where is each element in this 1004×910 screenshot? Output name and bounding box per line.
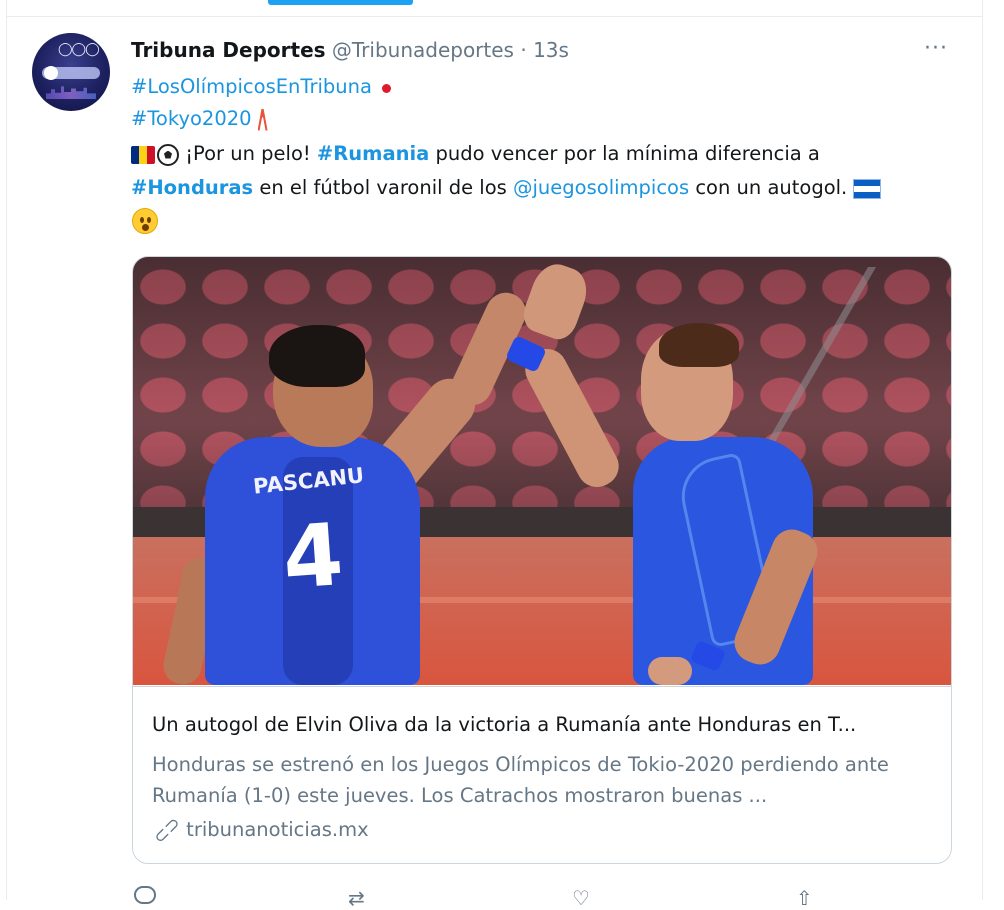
hashtag-rumania[interactable]: #Rumania — [317, 142, 429, 165]
link-icon: ⊂⊃ — [148, 812, 186, 849]
author-name[interactable]: Tribuna Deportes — [131, 38, 326, 62]
jersey-number: 4 — [279, 505, 347, 609]
tweet-header: Tribuna Deportes @Tribunadeportes · 13s — [131, 38, 569, 62]
share-icon[interactable]: ⇧ — [796, 886, 813, 910]
card-title[interactable]: Un autogol de Elvin Oliva da la victoria… — [152, 713, 856, 736]
tweet-line-3: ¡Por un pelo! #Rumania pudo vencer por l… — [131, 142, 820, 166]
hashtag-honduras[interactable]: #Honduras — [131, 176, 253, 199]
japan-flag-icon — [378, 80, 394, 96]
frame-border-left — [6, 0, 7, 900]
retweet-icon[interactable]: ⇄ — [348, 886, 365, 910]
card-domain[interactable]: ⊂⊃tribunanoticias.mx — [149, 812, 369, 848]
frame-border-right — [982, 0, 983, 900]
card-body[interactable]: Un autogol de Elvin Oliva da la victoria… — [133, 686, 951, 863]
card-description: Honduras se estrenó en los Juegos Olímpi… — [152, 753, 889, 807]
hashtag-tokyo2020[interactable]: #Tokyo2020 — [131, 107, 252, 130]
player-1-hair — [269, 325, 365, 387]
soccer-ball-icon — [157, 143, 179, 166]
avatar[interactable]: ◯◯◯ — [32, 33, 110, 111]
top-divider — [6, 16, 982, 17]
reply-icon[interactable] — [134, 886, 156, 904]
romania-flag-icon — [131, 145, 155, 164]
player-2-hair — [659, 323, 739, 367]
timestamp[interactable]: 13s — [533, 38, 569, 62]
tweet-actions: ⇄ ♡ ⇧ — [130, 886, 830, 910]
card-domain-text: tribunanoticias.mx — [186, 818, 369, 841]
mention-juegosolimpicos[interactable]: @juegosolimpicos — [513, 176, 689, 199]
more-icon[interactable]: ··· — [924, 36, 948, 61]
separator: · — [520, 38, 527, 62]
tweet-text-3b: pudo vencer por la mínima diferencia a — [429, 142, 820, 165]
card-image[interactable]: PASCANU 4 — [133, 257, 951, 685]
tweet-text-4a: en el fútbol varonil de los — [253, 176, 514, 199]
tweet-text-3a: ¡Por un pelo! — [185, 142, 317, 165]
link-preview-card[interactable]: PASCANU 4 Un autogol de Elvin Oliva da l… — [132, 256, 952, 864]
active-tab-indicator — [268, 0, 413, 5]
player-2-hand — [648, 657, 692, 685]
honduras-flag-icon — [853, 178, 882, 199]
tweet-line-1: #LosOlímpicosEnTribuna — [131, 75, 394, 98]
tokyo-tower-icon — [256, 109, 270, 131]
avatar-skyline — [46, 86, 96, 99]
author-handle[interactable]: @Tribunadeportes — [332, 38, 514, 62]
tweet-line-2: #Tokyo2020 — [131, 107, 270, 131]
olympic-rings-icon: ◯◯◯ — [58, 42, 100, 57]
hashtag-losolimpicosentribuna[interactable]: #LosOlímpicosEnTribuna — [131, 75, 372, 98]
avatar-logo-dot — [44, 66, 58, 80]
tweet-line-4: #Honduras en el fútbol varonil de los @j… — [131, 176, 882, 199]
tweet-text-4b: con un autogol. — [689, 176, 848, 199]
heart-icon[interactable]: ♡ — [572, 886, 590, 910]
astonished-face-icon — [132, 208, 158, 234]
